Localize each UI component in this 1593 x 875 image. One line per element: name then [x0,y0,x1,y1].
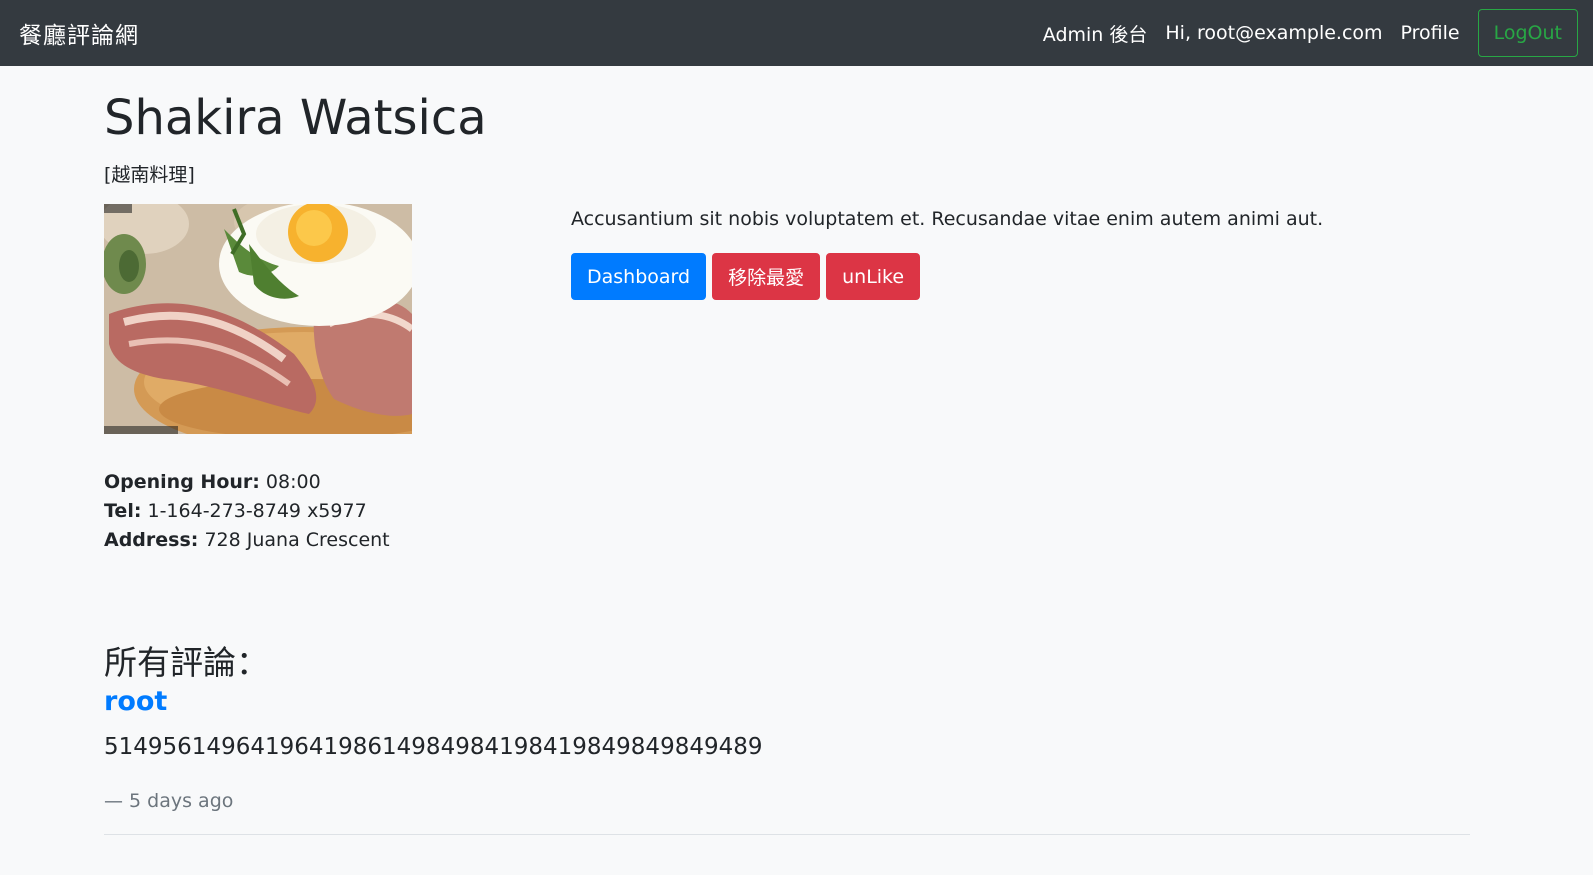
restaurant-photo [104,204,412,434]
restaurant-info: Opening Hour: 08:00 Tel: 1-164-273-8749 … [104,468,390,555]
nav-links: Admin 後台 Hi, root@example.com Profile Lo… [1043,9,1578,57]
user-greeting: Hi, root@example.com [1165,22,1383,44]
dashboard-button[interactable]: Dashboard [571,253,707,300]
restaurant-name: Shakira Watsica [104,90,487,146]
brand-logo[interactable]: 餐廳評論網 [19,16,139,50]
food-image [104,204,412,434]
opening-hour-value: 08:00 [265,471,321,493]
restaurant-category: [越南料理] [104,164,195,186]
restaurant-description: Accusantium sit nobis voluptatem et. Rec… [571,208,1324,230]
comment-timestamp: — 5 days ago [104,790,234,812]
top-navbar: 餐廳評論網 Admin 後台 Hi, root@example.com Prof… [0,0,1593,66]
unlike-button[interactable]: unLike [826,253,921,300]
remove-favorite-button[interactable]: 移除最愛 [712,253,821,300]
tel-value: 1-164-273-8749 x5977 [147,500,367,522]
address-row: Address: 728 Juana Crescent [104,526,390,555]
tel-row: Tel: 1-164-273-8749 x5977 [104,497,390,526]
profile-link[interactable]: Profile [1401,22,1460,44]
action-buttons: Dashboard 移除最愛 unLike [571,253,926,300]
comment-text: 5149561496419641986149849841984198498498… [104,734,763,760]
comment-user-link[interactable]: root [104,686,167,717]
tel-label: Tel: [104,500,142,522]
logout-button[interactable]: LogOut [1477,9,1578,57]
address-label: Address: [104,529,199,551]
comment-divider [104,834,1470,835]
opening-hour-label: Opening Hour: [104,471,260,493]
address-value: 728 Juana Crescent [204,529,390,551]
comments-heading: 所有評論： [104,643,269,682]
opening-hour-row: Opening Hour: 08:00 [104,468,390,497]
admin-link[interactable]: Admin 後台 [1043,20,1148,47]
